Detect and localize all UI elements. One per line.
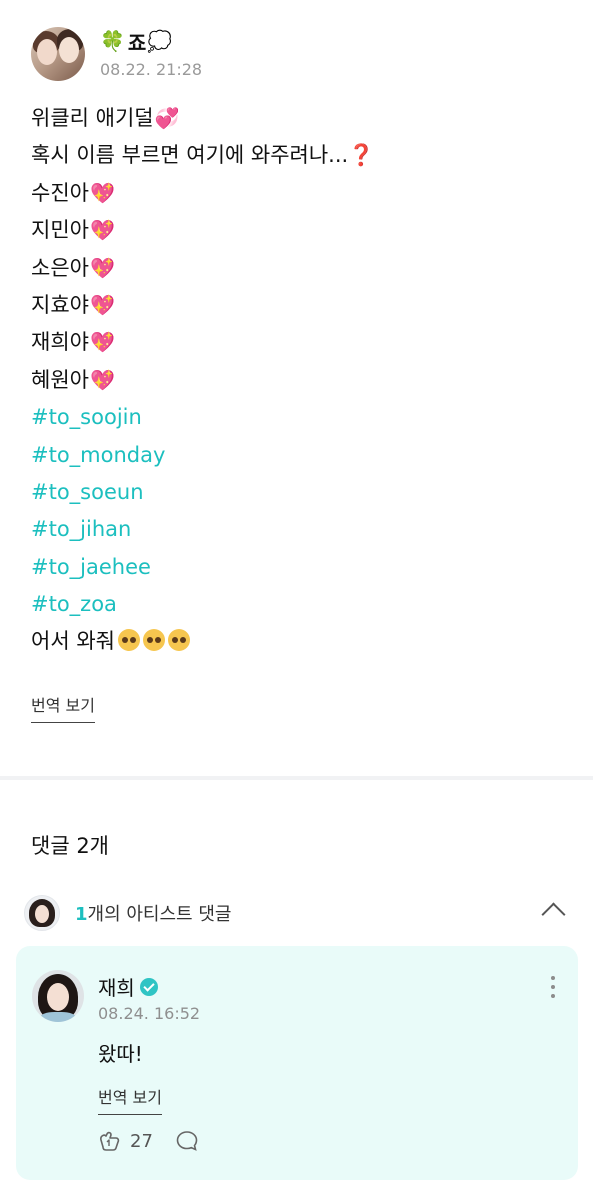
author-block: 🍀 죠 💭 08.22. 21:28 [100, 27, 202, 79]
like-count: 27 [130, 1130, 153, 1152]
author-name-text: 죠 [127, 30, 147, 55]
sparkling-heart-icon: 💖 [89, 218, 115, 243]
hashtag-link[interactable]: #to_jaehee [31, 549, 571, 586]
hashtag-link[interactable]: #to_zoa [31, 586, 571, 623]
post-line: 수진아💖 [31, 180, 115, 205]
post-line: 혜원아💖 [31, 367, 115, 392]
post-body: 위클리 애기덜💞 혹시 이름 부르면 여기에 와주려나...❓ 수진아💖 지민아… [31, 100, 571, 661]
reply-icon[interactable] [175, 1130, 199, 1152]
like-icon[interactable] [98, 1130, 122, 1152]
artist-comment-count: 1개의 아티스트 댓글 [75, 904, 232, 925]
sparkling-heart-icon: 💖 [89, 255, 115, 280]
post-header: 🍀 죠 💭 08.22. 21:28 [31, 27, 202, 81]
commenter-avatar[interactable] [32, 970, 84, 1022]
post-line: 위클리 애기덜💞 [31, 106, 180, 130]
post-line: 소은아💖 [31, 255, 115, 280]
question-mark-icon: ❓ [348, 143, 375, 168]
chevron-up-icon[interactable] [541, 902, 566, 927]
hashtag-link[interactable]: #to_monday [31, 437, 571, 474]
post-line: 재희야💖 [31, 330, 115, 355]
revolving-hearts-icon: 💞 [154, 106, 180, 130]
post-line: 지민아💖 [31, 218, 115, 243]
hashtag-link[interactable]: #to_jihan [31, 511, 571, 548]
translate-comment-button[interactable]: 번역 보기 [98, 1084, 162, 1115]
translate-button[interactable]: 번역 보기 [31, 692, 95, 723]
comment-card: 재희 08.24. 16:52 왔따! 번역 보기 27 [16, 946, 578, 1180]
post-closing-line: 어서 와줘 [31, 623, 571, 660]
pleading-face-icon [142, 629, 165, 652]
comment-date: 08.24. 16:52 [98, 1004, 201, 1023]
author-name[interactable]: 🍀 죠 💭 [100, 27, 202, 55]
pleading-face-icon [117, 629, 140, 652]
sparkling-heart-icon: 💖 [89, 180, 115, 205]
four-leaf-clover-icon: 🍀 [100, 29, 125, 53]
comment-actions: 27 [98, 1130, 199, 1152]
comment-text: 왔따! [98, 1042, 143, 1066]
author-avatar[interactable] [31, 27, 85, 81]
hashtag-link[interactable]: #to_soeun [31, 474, 571, 511]
post-date: 08.22. 21:28 [100, 60, 203, 79]
post-line: 혹시 이름 부르면 여기에 와주려나...❓ [31, 143, 375, 168]
commenter-name[interactable]: 재희 [98, 972, 158, 1001]
thought-balloon-icon: 💭 [147, 29, 173, 53]
sparkling-heart-icon: 💖 [89, 330, 115, 355]
sparkling-heart-icon: 💖 [89, 367, 115, 392]
comments-heading: 댓글 2개 [31, 834, 109, 858]
verified-badge-icon [139, 977, 158, 996]
more-options-icon[interactable] [550, 976, 556, 1002]
section-divider [0, 776, 593, 780]
post-line: 지효야💖 [31, 292, 115, 317]
sparkling-heart-icon: 💖 [89, 292, 115, 317]
pleading-face-icon [167, 629, 190, 652]
artist-avatar [24, 895, 60, 931]
hashtag-link[interactable]: #to_soojin [31, 399, 571, 436]
artist-comments-toggle[interactable]: 1개의 아티스트 댓글 [24, 894, 569, 932]
